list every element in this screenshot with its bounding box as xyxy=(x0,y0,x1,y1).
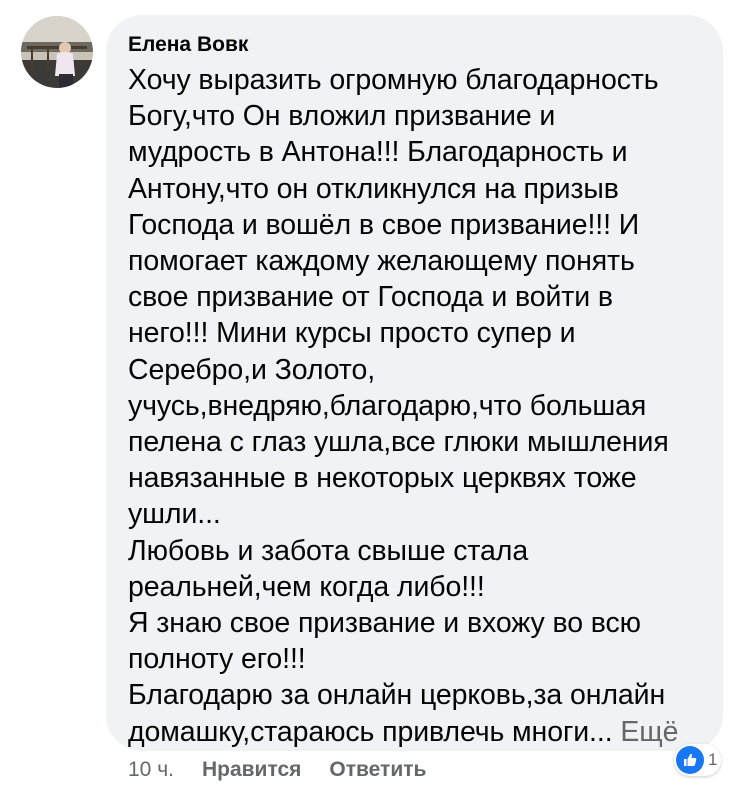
comment-line: Антону,что он откликнулся на призыв xyxy=(128,172,619,205)
comment-timestamp[interactable]: 10 ч. xyxy=(128,757,174,783)
comment-line: Любовь и забота свыше стала xyxy=(128,534,529,567)
see-more-link[interactable]: Ещё xyxy=(620,716,678,748)
comment-line: Хочу выразить огромную благодарность xyxy=(128,64,659,96)
avatar[interactable] xyxy=(21,16,93,88)
comment-line: пелена с глаз ушла,все глюки мышления xyxy=(128,426,669,459)
comment-line: навязанные в некоторых церквях тоже xyxy=(128,462,637,495)
comment-line: него!!! Мини курсы просто супер и xyxy=(128,317,576,350)
comment-line: Серебро,и Золото, xyxy=(128,353,376,386)
comment-bubble: Елена Вовк Хочу выразить огромную благод… xyxy=(106,15,723,751)
comment-author[interactable]: Елена Вовк xyxy=(128,32,713,58)
comment-line: Господа и вошёл в свое призвание!!! И xyxy=(128,208,640,241)
comment-actions: 10 ч. Нравится Ответить xyxy=(128,757,426,783)
like-button[interactable]: Нравится xyxy=(202,757,301,783)
comment-line: Я знаю свое призвание и вхожу во всю xyxy=(128,607,641,640)
comment-line: домашку,стараюсь привлечь многи... xyxy=(128,715,613,748)
comment-line: ушли... xyxy=(128,498,221,531)
comment-text: Хочу выразить огромную благодарность Бог… xyxy=(128,62,713,750)
reaction-summary[interactable]: 1 xyxy=(674,744,722,776)
avatar-photo xyxy=(21,16,93,88)
comment-line: свое призвание от Господа и войти в xyxy=(128,281,613,314)
comment-line: помогает каждому желающему понять xyxy=(128,245,635,278)
comment-line: Богу,что Он вложил призвание и xyxy=(128,100,556,133)
comment-line: учусь,внедряю,благодарю,что большая xyxy=(128,389,647,422)
reaction-count: 1 xyxy=(708,750,718,769)
comment-line: Благодарю за онлайн церковь,за онлайн xyxy=(128,679,666,712)
reply-button[interactable]: Ответить xyxy=(329,757,426,783)
comment-line: полноту его!!! xyxy=(128,643,306,676)
comment-line: мудрость в Антона!!! Благодарность и xyxy=(128,136,628,169)
thumbs-up-icon xyxy=(676,746,704,774)
comment-line: реальней,чем когда либо!!! xyxy=(128,570,485,603)
